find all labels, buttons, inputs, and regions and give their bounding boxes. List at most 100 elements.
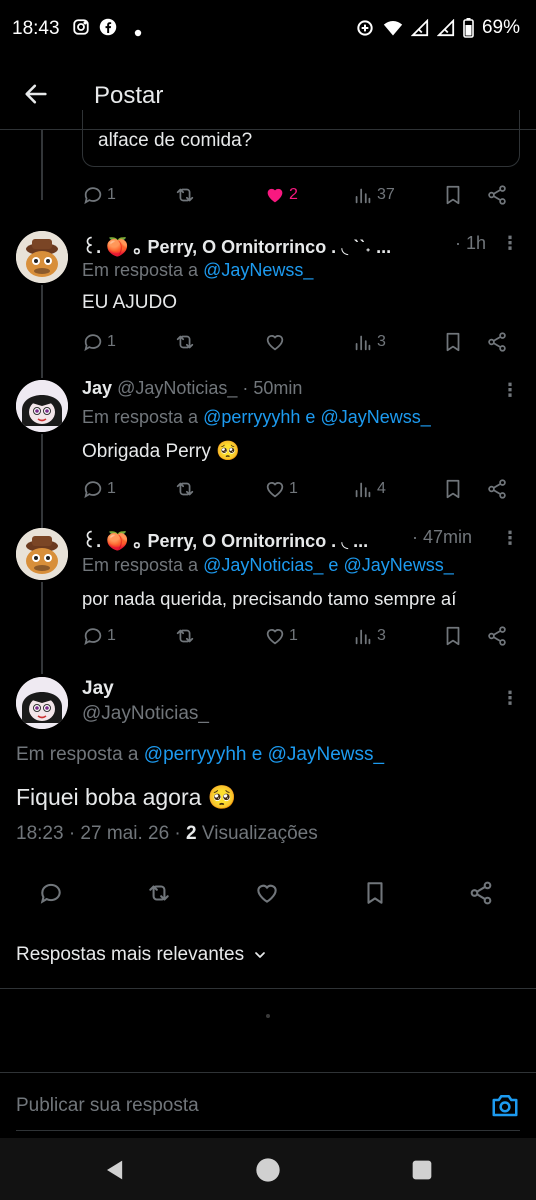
heart-icon: [257, 884, 277, 903]
more-options-icon[interactable]: ⋮: [500, 380, 520, 400]
like-button[interactable]: 1: [264, 621, 298, 651]
jay-avatar-icon: [16, 677, 68, 729]
reply-text: EU AJUDO: [82, 292, 178, 313]
bookmark-button[interactable]: [442, 327, 464, 357]
mention-link[interactable]: @perryyyhh: [144, 744, 247, 765]
bookmark-button[interactable]: [442, 474, 464, 504]
author-name[interactable]: ꒰. 🍑 ｡ Perry, O Ornitorrinco . ◟ ...: [82, 531, 368, 551]
repost-icon: [176, 482, 194, 496]
views-button[interactable]: 4: [352, 474, 386, 504]
camera-icon[interactable]: [490, 1090, 520, 1120]
like-button[interactable]: [264, 327, 289, 357]
reply-to-line: Em resposta a @JayNewss_: [82, 260, 314, 280]
repost-button[interactable]: [146, 878, 172, 908]
avatar-perry[interactable]: [16, 231, 68, 283]
bookmark-button[interactable]: [442, 621, 464, 651]
views-icon: [355, 482, 371, 498]
heart-filled-icon: [267, 188, 283, 203]
views-icon: [355, 188, 371, 204]
share-button[interactable]: [486, 474, 508, 504]
status-bar: 18:43 69%: [0, 0, 536, 58]
chevron-down-icon: [255, 952, 265, 958]
share-button[interactable]: [486, 621, 508, 651]
reply-button[interactable]: 1: [82, 474, 116, 504]
main-tweet-text: Fiquei boba agora 🥺: [16, 784, 237, 810]
avatar-perry[interactable]: [16, 528, 68, 580]
wifi-icon: [383, 21, 403, 36]
more-options-icon[interactable]: ⋮: [500, 688, 520, 708]
reply-time: · 47min: [412, 527, 473, 547]
share-button[interactable]: [486, 327, 508, 357]
repost-button[interactable]: [174, 180, 196, 210]
mention-link[interactable]: @JayNewss_: [268, 744, 384, 765]
reply-button[interactable]: 1: [82, 180, 116, 210]
reply-button[interactable]: [38, 878, 64, 908]
instagram-icon: [72, 18, 90, 41]
reply-author-line: ꒰. 🍑 ｡ Perry, O Ornitorrinco . ◟ ...: [82, 527, 412, 553]
share-button[interactable]: [486, 180, 508, 210]
reply-icon: [84, 187, 102, 205]
share-icon: [470, 881, 492, 905]
perry-avatar-icon: [16, 231, 68, 283]
more-options-icon[interactable]: ⋮: [500, 233, 520, 253]
repost-icon: [176, 188, 194, 202]
nav-back-icon[interactable]: [100, 1156, 128, 1184]
reply-button[interactable]: 1: [82, 621, 116, 651]
mention-link[interactable]: @JayNewss_: [343, 555, 453, 575]
page-title: Postar: [94, 82, 164, 109]
main-author-name[interactable]: Jay: [82, 678, 114, 700]
share-icon: [488, 626, 506, 646]
thread-line: [41, 130, 43, 200]
back-arrow-icon[interactable]: [22, 80, 50, 108]
author-name[interactable]: ꒰. 🍑 ｡ Perry, O Ornitorrinco . ◟ ˋˋ˖ ...: [82, 237, 391, 257]
reply-input[interactable]: Publicar sua resposta: [16, 1095, 199, 1117]
main-tweet-meta: 18:23 · 27 mai. 26 · 2 Visualizações: [16, 823, 318, 845]
like-button[interactable]: [254, 878, 280, 908]
views-button[interactable]: 3: [352, 621, 386, 651]
sort-label: Respostas mais relevantes: [16, 944, 245, 965]
bookmark-button[interactable]: [362, 878, 388, 908]
mention-link[interactable]: @JayNewss_: [320, 407, 430, 427]
status-time: 18:43: [12, 18, 60, 39]
reply-button[interactable]: 1: [82, 327, 116, 357]
views-icon: [355, 335, 371, 351]
heart-icon: [266, 335, 284, 351]
main-author-handle[interactable]: @JayNoticias_: [82, 703, 209, 725]
heart-icon: [266, 629, 284, 645]
more-options-icon[interactable]: ⋮: [500, 528, 520, 548]
quoted-tweet-actions: 1 2 37: [82, 180, 512, 210]
bookmark-icon: [446, 479, 460, 499]
like-button[interactable]: 2: [264, 180, 298, 210]
sort-replies-dropdown[interactable]: Respostas mais relevantes: [16, 944, 268, 966]
battery-icon: [463, 18, 474, 38]
views-button[interactable]: 37: [352, 180, 395, 210]
views-label[interactable]: Visualizações: [202, 823, 318, 844]
nav-home-icon[interactable]: [254, 1156, 282, 1184]
repost-button[interactable]: [174, 474, 196, 504]
thread-line: [41, 285, 43, 378]
repost-button[interactable]: [174, 621, 196, 651]
avatar-jay[interactable]: [16, 677, 68, 729]
mention-link[interactable]: @JayNoticias_: [203, 555, 323, 575]
facebook-icon: [99, 18, 117, 41]
bookmark-button[interactable]: [442, 180, 464, 210]
share-button[interactable]: [468, 878, 494, 908]
views-icon: [355, 629, 371, 645]
reply-text: por nada querida, precisando tamo sempre…: [82, 588, 457, 609]
mention-link[interactable]: @perryyyhh: [203, 407, 300, 427]
nav-recents-icon[interactable]: [408, 1156, 436, 1184]
like-button[interactable]: 1: [264, 474, 298, 504]
views-button[interactable]: 3: [352, 327, 386, 357]
repost-button[interactable]: [174, 327, 196, 357]
mention-link[interactable]: @JayNewss_: [203, 260, 313, 280]
bookmark-icon: [446, 185, 460, 205]
avatar-jay[interactable]: [16, 380, 68, 432]
repost-icon: [176, 335, 194, 349]
author-name[interactable]: Jay: [82, 378, 112, 398]
author-handle[interactable]: @JayNoticias_: [117, 378, 237, 398]
reply-icon: [84, 481, 102, 499]
android-nav-bar: [0, 1138, 536, 1200]
reply-icon: [84, 628, 102, 646]
reply-author-line: Jay @JayNoticias_ · 50min: [82, 378, 302, 399]
tweet-timestamp: 18:23 · 27 mai. 26 ·: [16, 823, 181, 844]
